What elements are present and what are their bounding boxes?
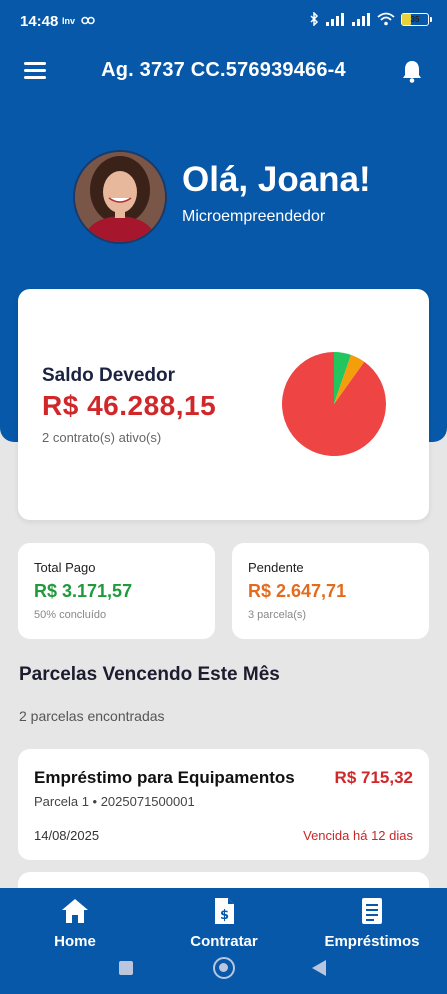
balance-label: Saldo Devedor <box>42 365 176 386</box>
home-system-icon[interactable] <box>213 957 235 979</box>
account-title: Ag. 3737 CC.576939466-4 <box>101 59 346 81</box>
total-paid-label: Total Pago <box>34 560 96 575</box>
pending-label: Pendente <box>248 560 304 575</box>
balance-value: R$ 46.288,15 <box>42 390 217 421</box>
total-paid-card[interactable]: Total Pago R$ 3.171,57 50% concluído <box>18 543 215 639</box>
overdue-status: Vencida há 12 dias <box>303 828 413 843</box>
home-icon <box>62 899 88 923</box>
pending-installments: 3 parcela(s) <box>248 609 307 621</box>
nav-home[interactable]: Home <box>43 896 107 950</box>
receipt-icon <box>362 898 382 924</box>
svg-text:$: $ <box>220 908 229 923</box>
loan-amount: R$ 715,32 <box>334 768 413 787</box>
nav-contratar[interactable]: $ Contratar <box>180 896 268 950</box>
sync-icon <box>81 16 95 25</box>
section-title: Parcelas Vencendo Este Mês <box>19 664 280 685</box>
debt-pie-chart <box>282 352 386 456</box>
status-bar: 14:48 Inv 35 <box>0 0 447 44</box>
signal-icon-2 <box>352 12 370 26</box>
contract-dollar-icon: $ <box>215 898 234 924</box>
battery-icon: 35 <box>401 12 432 26</box>
user-role: Microempreendedor <box>182 208 326 225</box>
installment-card[interactable]: Empréstimo para Equipamentos R$ 715,32 P… <box>18 749 429 860</box>
balance-card[interactable]: Saldo Devedor R$ 46.288,15 2 contrato(s)… <box>18 289 429 520</box>
system-nav-bar <box>0 952 447 984</box>
section-count: 2 parcelas encontradas <box>19 708 165 724</box>
active-contracts: 2 contrato(s) ativo(s) <box>42 430 162 445</box>
pending-card[interactable]: Pendente R$ 2.647,71 3 parcela(s) <box>232 543 429 639</box>
greeting-text: Olá, Joana! <box>182 160 371 199</box>
total-paid-value: R$ 3.171,57 <box>34 581 133 601</box>
nav-emprestimos-label: Empréstimos <box>324 933 420 950</box>
recent-apps-icon[interactable] <box>119 961 133 975</box>
status-time: 14:48 <box>20 13 59 30</box>
bell-icon[interactable] <box>401 59 423 83</box>
installment-number: Parcela 1 • 2025071500001 <box>34 794 195 809</box>
bluetooth-icon <box>310 12 319 26</box>
wifi-icon <box>377 12 395 26</box>
carrier-label: Inv <box>62 16 76 26</box>
pending-value: R$ 2.647,71 <box>248 581 347 601</box>
nav-emprestimos[interactable]: Empréstimos <box>320 896 424 950</box>
due-date: 14/08/2025 <box>34 828 100 843</box>
avatar[interactable] <box>73 150 167 244</box>
nav-contratar-label: Contratar <box>190 933 258 950</box>
total-paid-progress: 50% concluído <box>34 609 107 621</box>
loan-title: Empréstimo para Equipamentos <box>34 768 295 787</box>
app-header: Ag. 3737 CC.576939466-4 <box>0 50 447 94</box>
signal-icon <box>326 12 344 26</box>
back-icon[interactable] <box>312 960 326 976</box>
nav-home-label: Home <box>54 933 96 950</box>
